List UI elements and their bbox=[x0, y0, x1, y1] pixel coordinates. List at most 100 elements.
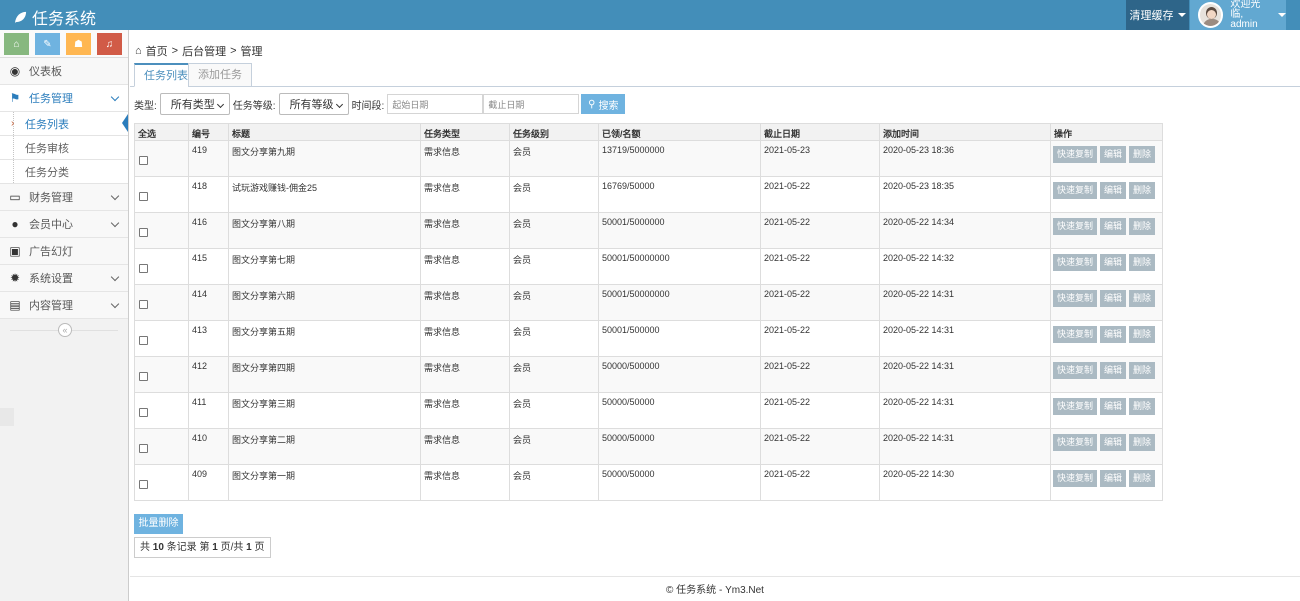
cell-level: 会员 bbox=[509, 284, 599, 321]
settings-edge-tab[interactable] bbox=[0, 408, 14, 426]
quick-copy-button[interactable]: 快速复制 bbox=[1053, 182, 1098, 199]
sidebar-item-finance[interactable]: ▭ 财务管理 bbox=[0, 184, 128, 211]
cell-level: 会员 bbox=[509, 392, 599, 429]
cell-deadline: 2021-05-22 bbox=[760, 356, 880, 393]
row-checkbox[interactable] bbox=[139, 300, 148, 309]
cell-quota: 50000/50000 bbox=[598, 428, 761, 465]
row-checkbox[interactable] bbox=[139, 408, 148, 417]
table-row: 411 图文分享第三期 需求信息 会员 50000/50000 2021-05-22 202… bbox=[134, 392, 1163, 429]
edit-button[interactable]: 编辑 bbox=[1100, 470, 1127, 487]
row-checkbox[interactable] bbox=[139, 228, 148, 237]
row-checkbox[interactable] bbox=[139, 444, 148, 453]
cell-type: 需求信息 bbox=[420, 356, 510, 393]
row-checkbox[interactable] bbox=[139, 372, 148, 381]
cell-quota: 13719/5000000 bbox=[598, 140, 761, 177]
quick-copy-button[interactable]: 快速复制 bbox=[1053, 398, 1098, 415]
edit-button[interactable]: 编辑 bbox=[1100, 254, 1127, 271]
quick-copy-button[interactable]: 快速复制 bbox=[1053, 218, 1098, 235]
row-checkbox[interactable] bbox=[139, 156, 148, 165]
cell-quota: 50001/5000000 bbox=[598, 212, 761, 249]
sidebar-subitem-task-list[interactable]: › 任务列表 bbox=[0, 112, 128, 136]
cell-id: 415 bbox=[188, 248, 229, 285]
tab-add-task[interactable]: 添加任务 bbox=[188, 63, 252, 87]
sidebar-subitem-label: 任务分类 bbox=[25, 166, 69, 179]
batch-delete-button[interactable]: 批量删除 bbox=[134, 514, 183, 534]
quick-copy-button[interactable]: 快速复制 bbox=[1053, 434, 1098, 451]
flag-icon: ⚑ bbox=[9, 91, 21, 105]
row-checkbox[interactable] bbox=[139, 336, 148, 345]
task-table: 全选 编号 标题 任务类型 任务级别 已领/名额 截止日期 添加时间 操作 41… bbox=[134, 123, 1163, 501]
quick-copy-button[interactable]: 快速复制 bbox=[1053, 326, 1098, 343]
breadcrumb-home[interactable]: 首页 bbox=[146, 43, 168, 59]
collapse-sidebar-button[interactable]: « bbox=[58, 323, 72, 337]
cell-title: 图文分享第三期 bbox=[228, 392, 421, 429]
type-select[interactable]: 所有类型 bbox=[159, 93, 230, 115]
edit-button[interactable]: 编辑 bbox=[1100, 326, 1127, 343]
edit-shortcut-button[interactable]: ✎ bbox=[35, 33, 60, 55]
edit-button[interactable]: 编辑 bbox=[1100, 434, 1127, 451]
delete-button[interactable]: 删除 bbox=[1129, 182, 1156, 199]
quick-copy-button[interactable]: 快速复制 bbox=[1053, 290, 1098, 307]
clear-cache-button[interactable]: 清理缓存 bbox=[1126, 0, 1189, 30]
cell-id: 418 bbox=[188, 176, 229, 213]
column-header: 任务级别 bbox=[509, 123, 599, 141]
cell-level: 会员 bbox=[509, 428, 599, 465]
quick-copy-button[interactable]: 快速复制 bbox=[1053, 146, 1098, 163]
sidebar-item-content[interactable]: ▤ 内容管理 bbox=[0, 292, 128, 319]
picture-icon: ▣ bbox=[9, 244, 21, 258]
user-menu[interactable]: 欢迎光临, admin bbox=[1190, 0, 1286, 30]
actions-cell: 快速复制 编辑 删除 bbox=[1050, 428, 1163, 465]
sidebar-subitem-label: 任务审核 bbox=[25, 142, 69, 155]
start-date-input[interactable]: 起始日期 bbox=[387, 94, 484, 114]
edit-button[interactable]: 编辑 bbox=[1100, 398, 1127, 415]
row-checkbox[interactable] bbox=[139, 264, 148, 273]
pager-record-count: 10 bbox=[152, 542, 164, 553]
search-button-label: 搜索 bbox=[598, 100, 619, 112]
delete-button[interactable]: 删除 bbox=[1129, 290, 1156, 307]
home-icon: ⌂ bbox=[135, 45, 142, 57]
sidebar-item-members[interactable]: ● 会员中心 bbox=[0, 211, 128, 238]
level-select[interactable]: 所有等级 bbox=[278, 93, 349, 115]
sidebar-item-label: 内容管理 bbox=[29, 300, 73, 312]
row-checkbox[interactable] bbox=[139, 480, 148, 489]
end-date-input[interactable]: 截止日期 bbox=[483, 94, 580, 114]
table-header-row: 全选 编号 标题 任务类型 任务级别 已领/名额 截止日期 添加时间 操作 bbox=[134, 123, 1163, 141]
quick-copy-button[interactable]: 快速复制 bbox=[1053, 362, 1098, 379]
delete-button[interactable]: 删除 bbox=[1129, 254, 1156, 271]
edit-button[interactable]: 编辑 bbox=[1100, 218, 1127, 235]
delete-button[interactable]: 删除 bbox=[1129, 218, 1156, 235]
sidebar-item-dashboard[interactable]: ◉ 仪表板 bbox=[0, 58, 128, 85]
time-filter-label: 时间段: bbox=[351, 100, 385, 112]
sidebar-subitem-task-category[interactable]: 任务分类 bbox=[0, 160, 128, 184]
delete-button[interactable]: 删除 bbox=[1129, 146, 1156, 163]
users-shortcut-button[interactable]: ☗ bbox=[66, 33, 91, 55]
home-shortcut-button[interactable]: ⌂ bbox=[4, 33, 29, 55]
brand[interactable]: 任务系统 bbox=[14, 5, 96, 29]
filter-bar: 类型: 所有类型 任务等级: 所有等级 时间段: 起始日期 截止日期 ⚲ 搜索 bbox=[134, 93, 626, 115]
row-select-cell bbox=[134, 392, 189, 429]
edit-button[interactable]: 编辑 bbox=[1100, 362, 1127, 379]
cell-id: 410 bbox=[188, 428, 229, 465]
quick-copy-button[interactable]: 快速复制 bbox=[1053, 470, 1098, 487]
breadcrumb-admin[interactable]: 后台管理 bbox=[182, 43, 226, 59]
select-all-header[interactable]: 全选 bbox=[134, 123, 189, 141]
delete-button[interactable]: 删除 bbox=[1129, 326, 1156, 343]
edit-button[interactable]: 编辑 bbox=[1100, 182, 1127, 199]
search-button[interactable]: ⚲ 搜索 bbox=[581, 94, 626, 114]
delete-button[interactable]: 删除 bbox=[1129, 398, 1156, 415]
row-checkbox[interactable] bbox=[139, 192, 148, 201]
delete-button[interactable]: 删除 bbox=[1129, 434, 1156, 451]
sidebar-subitem-task-review[interactable]: 任务审核 bbox=[0, 136, 128, 160]
cell-deadline: 2021-05-22 bbox=[760, 464, 880, 501]
bell-shortcut-button[interactable]: ♫ bbox=[97, 33, 122, 55]
delete-button[interactable]: 删除 bbox=[1129, 470, 1156, 487]
cell-level: 会员 bbox=[509, 320, 599, 357]
delete-button[interactable]: 删除 bbox=[1129, 362, 1156, 379]
sidebar-item-settings[interactable]: ✹ 系统设置 bbox=[0, 265, 128, 292]
edit-button[interactable]: 编辑 bbox=[1100, 290, 1127, 307]
sidebar-item-ads[interactable]: ▣ 广告幻灯 bbox=[0, 238, 128, 265]
edit-button[interactable]: 编辑 bbox=[1100, 146, 1127, 163]
sidebar-item-task-management[interactable]: ⚑ 任务管理 bbox=[0, 85, 128, 112]
cell-quota: 50001/50000000 bbox=[598, 248, 761, 285]
quick-copy-button[interactable]: 快速复制 bbox=[1053, 254, 1098, 271]
